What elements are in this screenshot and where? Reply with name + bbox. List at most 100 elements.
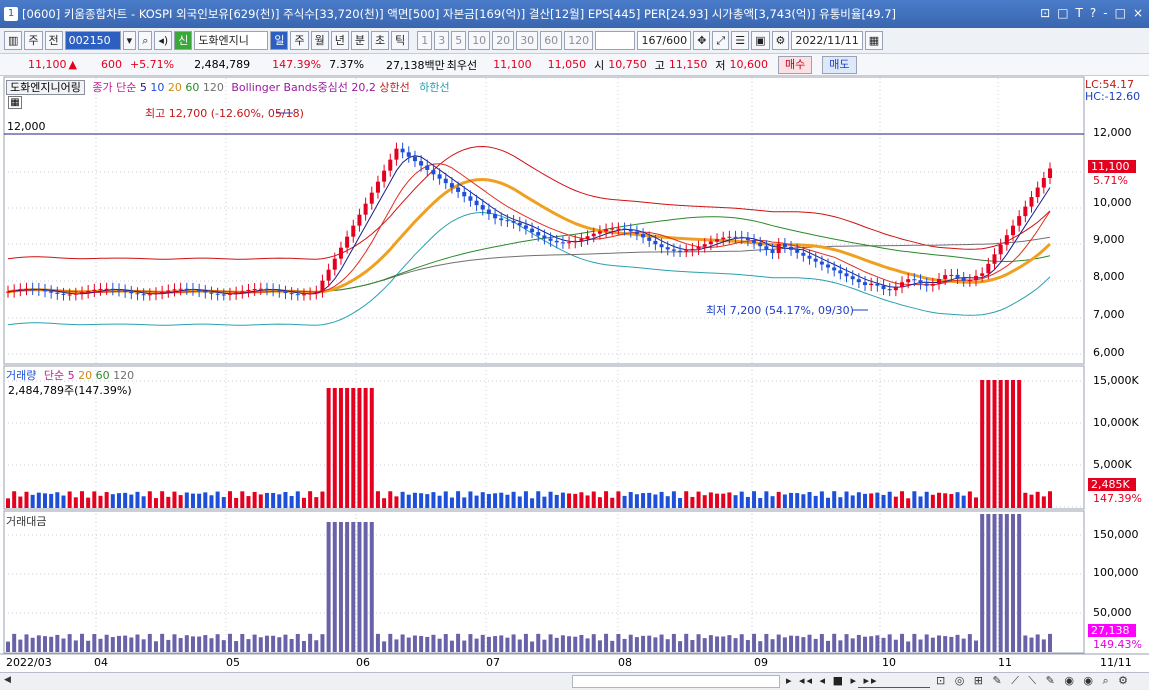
bb-label[interactable]: Bollinger Bands중심선 20,2	[231, 81, 376, 94]
zoom-icon[interactable]: ✥	[693, 31, 711, 50]
interval-60[interactable]: 60	[540, 31, 563, 50]
candle-body	[18, 289, 23, 291]
period-day-tab[interactable]: 일	[270, 31, 289, 50]
volume-label[interactable]: 거래량	[6, 369, 36, 382]
volume-bar	[209, 495, 214, 508]
candle-body	[1041, 178, 1046, 188]
scrollbar-thumb[interactable]	[572, 675, 780, 688]
ma-label[interactable]: 종가 단순	[92, 81, 136, 94]
period-year-tab[interactable]: 년	[330, 31, 349, 50]
interval-10[interactable]: 10	[468, 31, 491, 50]
x-label-2: 05	[226, 656, 240, 669]
help-icon[interactable]: ?	[1090, 6, 1096, 20]
interval-custom-input[interactable]	[595, 31, 636, 50]
amount-bar	[320, 634, 325, 652]
candle-body	[924, 283, 929, 286]
amount-bar	[869, 636, 874, 652]
maximize-icon[interactable]: □	[1115, 6, 1126, 20]
candle-body	[98, 288, 103, 290]
volume-bar	[622, 495, 627, 508]
x-label-3: 06	[356, 656, 370, 669]
prev-button[interactable]: 전	[44, 31, 63, 50]
bb-lower-label[interactable]: 하한선	[419, 81, 449, 94]
amount-bar	[49, 636, 54, 652]
volume-bar	[419, 493, 424, 508]
candle-body	[511, 221, 516, 223]
search-icon[interactable]: ⌕	[138, 31, 153, 50]
table-view-icon[interactable]: ▦	[8, 96, 22, 109]
amount-bar	[123, 635, 128, 652]
interval-5[interactable]: 5	[451, 31, 467, 50]
chart-canvas[interactable]	[0, 76, 1149, 691]
period-week-tab[interactable]: 주	[290, 31, 309, 50]
interval-1[interactable]: 1	[417, 31, 433, 50]
stock-code-input[interactable]: 002150	[64, 31, 121, 50]
interval-3[interactable]: 3	[434, 31, 450, 50]
candle-body	[665, 247, 670, 250]
ma120-label[interactable]: 120	[203, 81, 224, 94]
period-second-tab[interactable]: 초	[370, 31, 390, 50]
ma10-label[interactable]: 10	[150, 81, 164, 94]
stock-name-field[interactable]: 도화엔지니	[194, 31, 269, 50]
amount-bar	[813, 638, 818, 652]
restore-window-icon[interactable]: □	[1057, 6, 1068, 20]
calendar-icon[interactable]: ▦	[864, 31, 884, 50]
amount-bar	[215, 634, 220, 652]
vol-ma120-label[interactable]: 120	[113, 369, 134, 382]
interval-120[interactable]: 120	[564, 31, 594, 50]
volume-ma-label[interactable]: 단순	[44, 369, 64, 382]
volume-bar	[801, 494, 806, 508]
pin-icon[interactable]: ⊡	[1040, 6, 1050, 20]
sell-button[interactable]: 매도	[822, 55, 857, 74]
period-tick-tab[interactable]: 틱	[391, 31, 410, 50]
amount-bar	[900, 633, 905, 652]
chart-area[interactable]: 도화엔지니어링 종가 단순 5 10 20 60 120 Bollinger B…	[0, 76, 1149, 691]
candle-body	[36, 288, 41, 290]
ma20-label[interactable]: 20	[168, 81, 182, 94]
amount-bar	[406, 637, 411, 652]
zoom-slider[interactable]	[858, 675, 930, 688]
amount-bar	[653, 637, 658, 652]
save-icon[interactable]: ▣	[751, 31, 770, 50]
minimize-icon[interactable]: -	[1103, 6, 1107, 20]
candle-body	[536, 232, 541, 236]
amount-label[interactable]: 거래대금	[6, 513, 46, 529]
chart-tool-icons[interactable]: ⊡ ◎ ⊞ ✎ ⟋ ⟍ ✎ ◉ ◉ ⌕ ⚙	[936, 674, 1131, 688]
period-month-tab[interactable]: 월	[310, 31, 329, 50]
volume-bar	[974, 497, 979, 508]
count-field[interactable]: 167/600	[637, 31, 692, 50]
vol-ma60-label[interactable]: 60	[96, 369, 110, 382]
interval-20[interactable]: 20	[492, 31, 515, 50]
stock-dropdown-icon[interactable]: ▾	[122, 31, 137, 50]
stock-tag[interactable]: 도화엔지니어링	[6, 80, 85, 95]
vol-ma5-label[interactable]: 5	[68, 369, 75, 382]
list-icon[interactable]: ☰	[731, 31, 750, 50]
vol-ma20-label[interactable]: 20	[78, 369, 92, 382]
font-icon[interactable]: T	[1076, 6, 1083, 20]
x-label-1: 04	[94, 656, 108, 669]
date-field[interactable]: 2022/11/11	[791, 31, 863, 50]
amount-bar	[567, 636, 572, 652]
gear-icon[interactable]: ⚙	[771, 31, 790, 50]
bb-upper-label[interactable]: 상한선	[379, 81, 409, 94]
period-minute-tab[interactable]: 분	[350, 31, 369, 50]
amount-bar	[924, 634, 929, 652]
draw-icon[interactable]: ⤢	[712, 31, 730, 50]
volume-bar	[36, 492, 41, 508]
amount-bar	[382, 641, 387, 652]
scroll-left-icon[interactable]: ◀	[4, 675, 14, 688]
sound-icon[interactable]: ◂)	[154, 31, 173, 50]
layout-icon[interactable]: ▥	[4, 31, 23, 50]
volume-bar	[523, 491, 528, 508]
interval-30[interactable]: 30	[516, 31, 539, 50]
volume-bar	[690, 496, 695, 508]
ma60-label[interactable]: 60	[185, 81, 199, 94]
open-price: 10,750	[608, 58, 647, 71]
buy-button[interactable]: 매수	[778, 55, 813, 74]
volume-bar	[30, 494, 35, 508]
period-select[interactable]: 주	[24, 31, 43, 50]
close-icon[interactable]: ×	[1133, 6, 1143, 20]
ma5-label[interactable]: 5	[140, 81, 147, 94]
amount-bar	[98, 638, 103, 652]
title-bar: 1 [0600] 키움종합차트 - KOSPI 외국인보유[629(천)] 주식…	[0, 0, 1149, 28]
